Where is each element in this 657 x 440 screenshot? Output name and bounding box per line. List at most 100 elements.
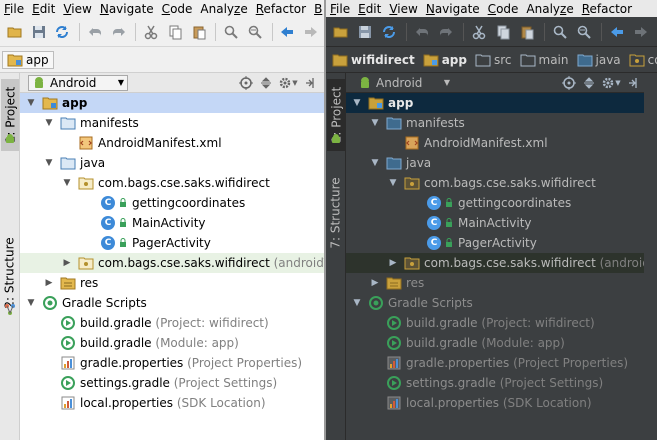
tree-row[interactable]: ▼ java (346, 153, 657, 173)
menu-view[interactable]: View (385, 2, 421, 16)
expand-arrow-closed-icon[interactable]: ▶ (62, 258, 72, 268)
collapse-all-button[interactable] (579, 75, 599, 91)
expand-arrow-open-icon[interactable]: ▼ (44, 118, 54, 128)
undo-button[interactable] (411, 21, 433, 43)
menu-navigate[interactable]: Navigate (422, 2, 484, 16)
scroll-from-source-button[interactable] (559, 75, 579, 91)
expand-arrow-open-icon[interactable]: ▼ (388, 178, 398, 188)
undo-button[interactable] (84, 21, 106, 43)
breadcrumb-src[interactable]: src (471, 50, 516, 70)
settings-button[interactable]: ▼ (599, 75, 623, 91)
tab-structure[interactable]: 7: Structure (327, 173, 345, 253)
expand-arrow-closed-icon[interactable]: ▶ (44, 278, 54, 288)
breadcrumb-app[interactable]: app (2, 50, 54, 69)
tree-row[interactable]: ▼ app (20, 93, 324, 113)
tree-row[interactable]: local.properties (SDK Location) (20, 393, 324, 413)
replace-button[interactable] (573, 21, 595, 43)
tree-row[interactable]: ▼ com.bags.cse.saks.wifidirect (20, 173, 324, 193)
scroll-from-source-button[interactable] (236, 75, 256, 91)
breadcrumb-com[interactable]: com (625, 50, 657, 70)
find-button[interactable] (549, 21, 571, 43)
save-all-button[interactable] (28, 21, 50, 43)
expand-arrow-open-icon[interactable]: ▼ (352, 98, 362, 108)
copy-button[interactable] (164, 21, 186, 43)
project-view-selector[interactable]: Android ▼ (354, 75, 454, 91)
tree-row[interactable]: C PagerActivity (346, 233, 657, 253)
tree-row[interactable]: settings.gradle (Project Settings) (346, 373, 657, 393)
tree-row[interactable]: build.gradle (Project: wifidirect) (346, 313, 657, 333)
tree-row[interactable]: ▶ res (20, 273, 324, 293)
tree-row[interactable]: ▶ res (346, 273, 657, 293)
find-button[interactable] (220, 21, 242, 43)
tree-row[interactable]: Cgettingcoordinates (346, 193, 657, 213)
open-folder-button[interactable] (4, 21, 26, 43)
tree-row[interactable]: ▼ com.bags.cse.saks.wifidirect (346, 173, 657, 193)
replace-button[interactable] (244, 21, 266, 43)
tree-row[interactable]: C MainActivity (20, 213, 324, 233)
menu-analyze[interactable]: Analyze (196, 2, 251, 16)
paste-button[interactable] (188, 21, 210, 43)
menu-file[interactable]: File (0, 2, 28, 16)
tree-row[interactable]: build.gradle (Module: app) (20, 333, 324, 353)
sync-button[interactable] (378, 21, 400, 43)
tree-row[interactable]: ▼ manifests (20, 113, 324, 133)
collapse-all-button[interactable] (256, 75, 276, 91)
project-view-selector[interactable]: Android ▼ (28, 74, 128, 91)
menu-refactor[interactable]: Refactor (578, 2, 636, 16)
tree-row[interactable]: ▼ Gradle Scripts (20, 293, 324, 313)
tree-row[interactable]: C PagerActivity (20, 233, 324, 253)
tree-row[interactable]: gradle.properties (Project Properties) (20, 353, 324, 373)
hide-panel-button[interactable] (623, 75, 643, 91)
forward-button[interactable] (630, 21, 652, 43)
expand-arrow-open-icon[interactable]: ▼ (370, 118, 380, 128)
settings-button[interactable]: ▼ (276, 75, 300, 91)
tree-row[interactable]: ▼ manifests (346, 113, 657, 133)
tree-row[interactable]: Cgettingcoordinates (20, 193, 324, 213)
expand-arrow-closed-icon[interactable]: ▶ (388, 258, 398, 268)
redo-button[interactable] (108, 21, 130, 43)
tree-row[interactable]: ▼ Gradle Scripts (346, 293, 657, 313)
menu-code[interactable]: Code (158, 2, 197, 16)
breadcrumb-main[interactable]: main (516, 50, 573, 70)
expand-arrow-open-icon[interactable]: ▼ (370, 158, 380, 168)
expand-arrow-open-icon[interactable]: ▼ (352, 298, 362, 308)
tree-row[interactable]: build.gradle (Project: wifidirect) (20, 313, 324, 333)
tree-row[interactable]: AndroidManifest.xml (20, 133, 324, 153)
menu-navigate[interactable]: Navigate (96, 2, 158, 16)
menu-file[interactable]: File (326, 2, 354, 16)
cut-button[interactable] (468, 21, 490, 43)
tree-row[interactable]: ▼ app (346, 93, 657, 113)
expand-arrow-closed-icon[interactable]: ▶ (370, 278, 380, 288)
menu-analyze[interactable]: Analyze (522, 2, 577, 16)
copy-button[interactable] (492, 21, 514, 43)
tree-row[interactable]: gradle.properties (Project Properties) (346, 353, 657, 373)
expand-arrow-open-icon[interactable]: ▼ (26, 98, 36, 108)
expand-arrow-open-icon[interactable]: ▼ (62, 178, 72, 188)
menu-edit[interactable]: Edit (354, 2, 385, 16)
redo-button[interactable] (435, 21, 457, 43)
expand-arrow-open-icon[interactable]: ▼ (44, 158, 54, 168)
forward-button[interactable] (300, 21, 322, 43)
hide-panel-button[interactable] (300, 75, 320, 91)
menu-edit[interactable]: Edit (28, 2, 59, 16)
back-button[interactable] (277, 21, 299, 43)
open-folder-button[interactable] (330, 21, 352, 43)
menu-code[interactable]: Code (484, 2, 523, 16)
tree-row[interactable]: AndroidManifest.xml (346, 133, 657, 153)
back-button[interactable] (606, 21, 628, 43)
menu-view[interactable]: View (59, 2, 95, 16)
breadcrumb-wifidirect[interactable]: wifidirect (328, 50, 419, 70)
menu-build[interactable]: B (310, 2, 324, 16)
paste-button[interactable] (516, 21, 538, 43)
tab-structure[interactable]: 2: Structure (1, 233, 19, 313)
cut-button[interactable] (140, 21, 162, 43)
expand-arrow-open-icon[interactable]: ▼ (26, 298, 36, 308)
tree-row[interactable]: ▶com.bags.cse.saks.wifidirect (androidTe… (346, 253, 657, 273)
breadcrumb-java[interactable]: java (573, 50, 625, 70)
tree-row[interactable]: local.properties (SDK Location) (346, 393, 657, 413)
tree-row[interactable]: settings.gradle (Project Settings) (20, 373, 324, 393)
save-all-button[interactable] (354, 21, 376, 43)
tree-row[interactable]: C MainActivity (346, 213, 657, 233)
menu-refactor[interactable]: Refactor (252, 2, 310, 16)
sync-button[interactable] (51, 21, 73, 43)
